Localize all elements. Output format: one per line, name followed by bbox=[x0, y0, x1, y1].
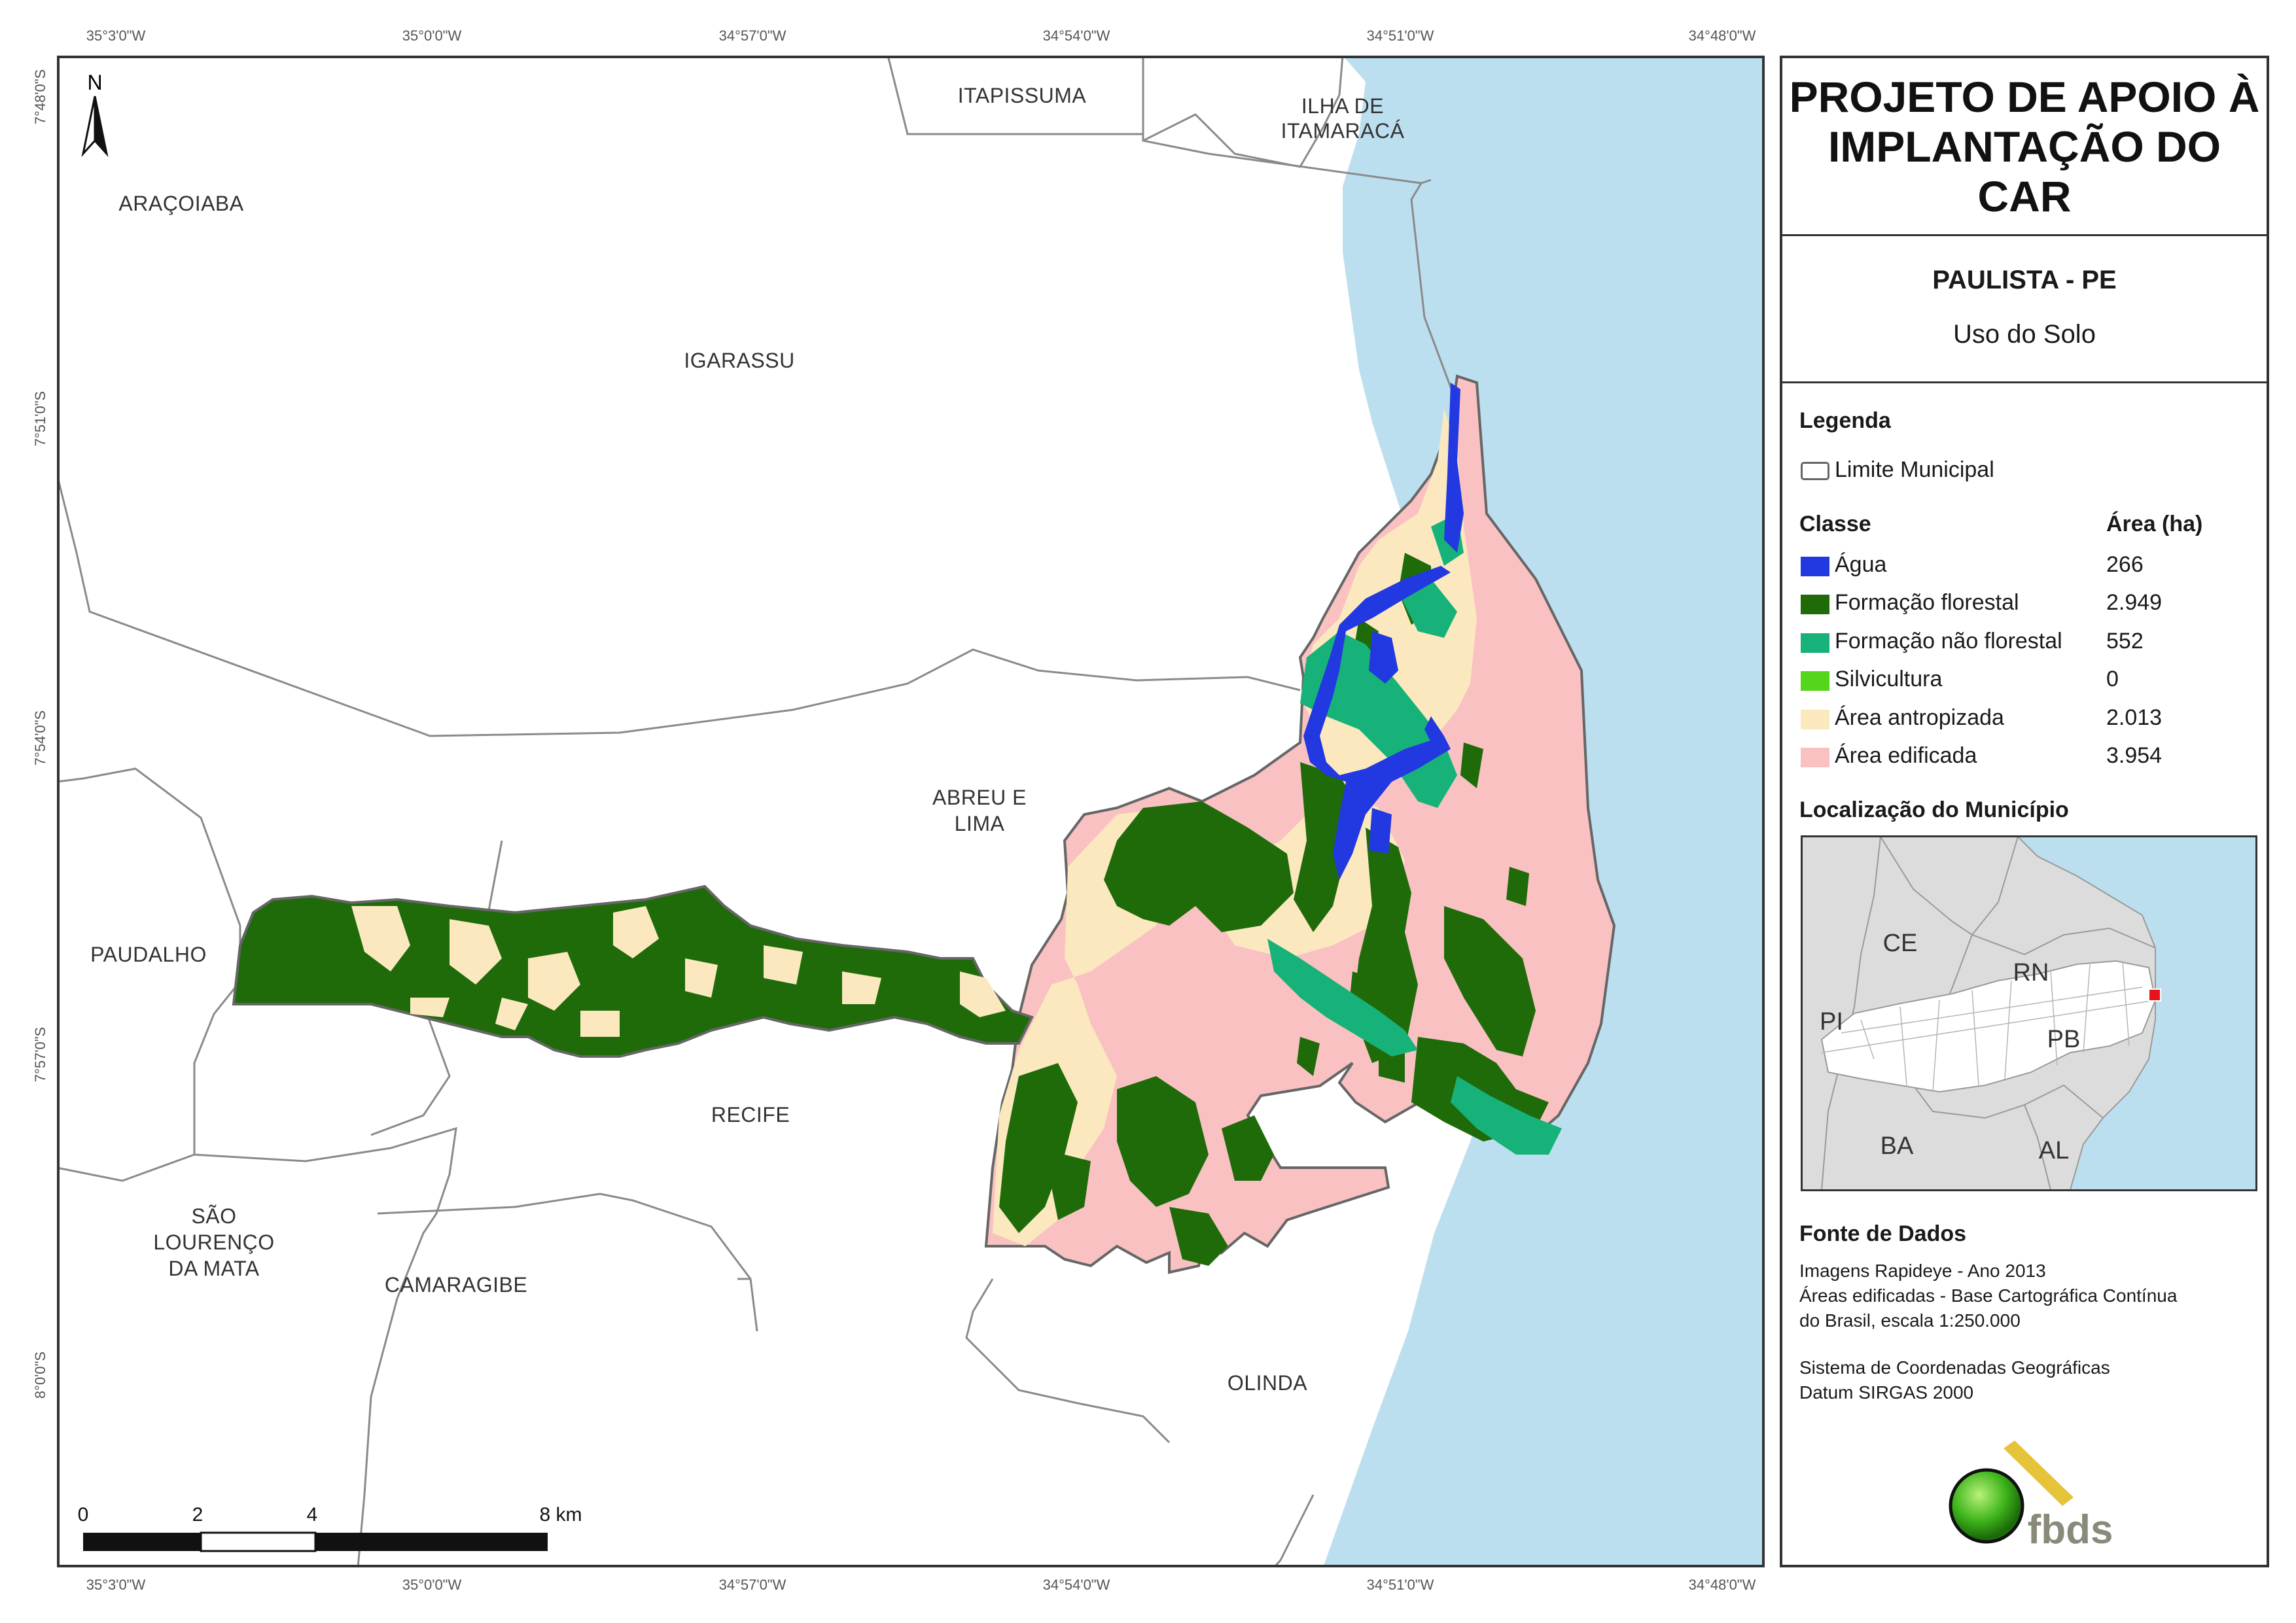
class-area-florestal: 2.949 bbox=[2106, 590, 2163, 615]
swatch-silvicultura bbox=[1801, 671, 1829, 691]
class-label-edificada: Área edificada bbox=[1835, 743, 1977, 768]
label-sao-3: DA MATA bbox=[168, 1257, 259, 1280]
swatch-antropizada bbox=[1801, 710, 1829, 729]
coord-left-1: 7°51'0"S bbox=[32, 391, 48, 447]
inset-paulista-marker bbox=[2148, 988, 2161, 1002]
coord-top-2: 34°57'0"W bbox=[718, 27, 786, 44]
coord-top-3: 34°54'0"W bbox=[1042, 27, 1110, 44]
location-inset-map[interactable]: CE RN PI PB BA AL bbox=[1801, 835, 2257, 1191]
coord-left-0: 7°48'0"S bbox=[32, 69, 48, 125]
limit-label: Limite Municipal bbox=[1835, 457, 1994, 482]
limit-swatch bbox=[1801, 462, 1829, 480]
inset-label-al: AL bbox=[2039, 1137, 2069, 1164]
coord-top-1: 35°0'0"W bbox=[402, 27, 462, 44]
coord-top-4: 34°51'0"W bbox=[1366, 27, 1434, 44]
title-line-2: IMPLANTAÇÃO DO CAR bbox=[1828, 122, 2221, 220]
class-area-antropizada: 2.013 bbox=[2106, 705, 2163, 730]
label-aracoiaba: ARAÇOIABA bbox=[118, 192, 243, 215]
class-area-nao-florestal: 552 bbox=[2106, 629, 2144, 654]
coord-bottom-1: 35°0'0"W bbox=[402, 1577, 462, 1593]
source-line-1: Imagens Rapideye - Ano 2013 bbox=[1799, 1261, 2046, 1281]
label-sao-2: LOURENÇO bbox=[153, 1230, 274, 1254]
inset-label-pb: PB bbox=[2047, 1026, 2081, 1053]
svg-text:8 km: 8 km bbox=[539, 1504, 582, 1526]
subtitle-box: PAULISTA - PE Uso do Solo bbox=[1782, 236, 2267, 383]
coord-left-3: 7°57'0"S bbox=[32, 1026, 48, 1083]
inset-label-ce: CE bbox=[1883, 930, 1918, 957]
coord-bottom-4: 34°51'0"W bbox=[1366, 1577, 1434, 1593]
title-box: PROJETO DE APOIO À IMPLANTAÇÃO DO CAR bbox=[1782, 58, 2267, 236]
source-title: Fonte de Dados bbox=[1799, 1221, 1967, 1246]
class-label-agua: Água bbox=[1835, 552, 1887, 577]
swatch-agua bbox=[1801, 557, 1829, 576]
coord-bottom-5: 34°48'0"W bbox=[1688, 1577, 1756, 1593]
theme-title: Uso do Solo bbox=[1953, 320, 2096, 349]
class-label-florestal: Formação florestal bbox=[1835, 590, 2019, 615]
coord-bottom-0: 35°3'0"W bbox=[86, 1577, 146, 1593]
source-line-5: Datum SIRGAS 2000 bbox=[1799, 1382, 1974, 1403]
source-line-2: Áreas edificadas - Base Cartográfica Con… bbox=[1799, 1285, 2178, 1306]
label-ilha-1: ILHA DE bbox=[1301, 94, 1384, 118]
label-olinda: OLINDA bbox=[1227, 1371, 1307, 1395]
label-itapissuma: ITAPISSUMA bbox=[958, 84, 1087, 107]
area-header: Área (ha) bbox=[2106, 512, 2203, 536]
coord-bottom-2: 34°57'0"W bbox=[718, 1577, 786, 1593]
swatch-edificada bbox=[1801, 748, 1829, 767]
svg-text:4: 4 bbox=[307, 1504, 318, 1526]
source-line-3: do Brasil, escala 1:250.000 bbox=[1799, 1310, 2021, 1331]
class-label-nao-florestal: Formação não florestal bbox=[1835, 629, 2062, 654]
swatch-florestal bbox=[1801, 595, 1829, 614]
fbds-logo: fbds bbox=[1949, 1440, 2113, 1552]
coord-left-2: 7°54'0"S bbox=[32, 710, 48, 766]
label-camaragibe: CAMARAGIBE bbox=[385, 1273, 527, 1297]
municipality-title: PAULISTA - PE bbox=[1932, 266, 2117, 294]
title-line-1: PROJETO DE APOIO À bbox=[1789, 72, 2260, 121]
svg-text:N: N bbox=[87, 71, 102, 94]
label-recife: RECIFE bbox=[711, 1103, 790, 1126]
class-area-silvicultura: 0 bbox=[2106, 667, 2119, 691]
logo-circle bbox=[1949, 1468, 2024, 1544]
svg-text:0: 0 bbox=[78, 1504, 89, 1526]
legend-panel: PROJETO DE APOIO À IMPLANTAÇÃO DO CAR PA… bbox=[1780, 56, 2269, 1567]
coord-top-0: 35°3'0"W bbox=[86, 27, 146, 44]
coord-left-4: 8°0'0"S bbox=[32, 1351, 48, 1399]
inset-label-pi: PI bbox=[1820, 1008, 1843, 1036]
label-ilha-2: ITAMARACÁ bbox=[1281, 119, 1405, 143]
class-area-edificada: 3.954 bbox=[2106, 743, 2163, 768]
svg-text:2: 2 bbox=[192, 1504, 203, 1526]
label-paudalho: PAUDALHO bbox=[90, 943, 207, 966]
inset-label-rn: RN bbox=[2013, 959, 2049, 986]
source-line-4: Sistema de Coordenadas Geográficas bbox=[1799, 1357, 2110, 1378]
map-frame[interactable]: N ARAÇOIABA ITAPISSUMA ILHA DE ITAMARACÁ… bbox=[57, 56, 1765, 1567]
label-sao-1: SÃO bbox=[191, 1204, 236, 1228]
class-area-agua: 266 bbox=[2106, 552, 2144, 577]
label-igarassu: IGARASSU bbox=[684, 349, 794, 372]
location-title: Localização do Município bbox=[1799, 797, 2069, 822]
class-label-antropizada: Área antropizada bbox=[1835, 705, 2004, 730]
label-abreu-2: LIMA bbox=[955, 812, 1005, 835]
class-header: Classe bbox=[1799, 512, 1871, 536]
coord-bottom-3: 34°54'0"W bbox=[1042, 1577, 1110, 1593]
class-label-silvicultura: Silvicultura bbox=[1835, 667, 1943, 691]
swatch-nao-florestal bbox=[1801, 633, 1829, 653]
label-abreu-1: ABREU E bbox=[932, 786, 1027, 809]
inset-label-ba: BA bbox=[1881, 1132, 1914, 1160]
coord-top-5: 34°48'0"W bbox=[1688, 27, 1756, 44]
logo-text: fbds bbox=[2028, 1507, 2113, 1552]
legend-title: Legenda bbox=[1799, 408, 1891, 433]
